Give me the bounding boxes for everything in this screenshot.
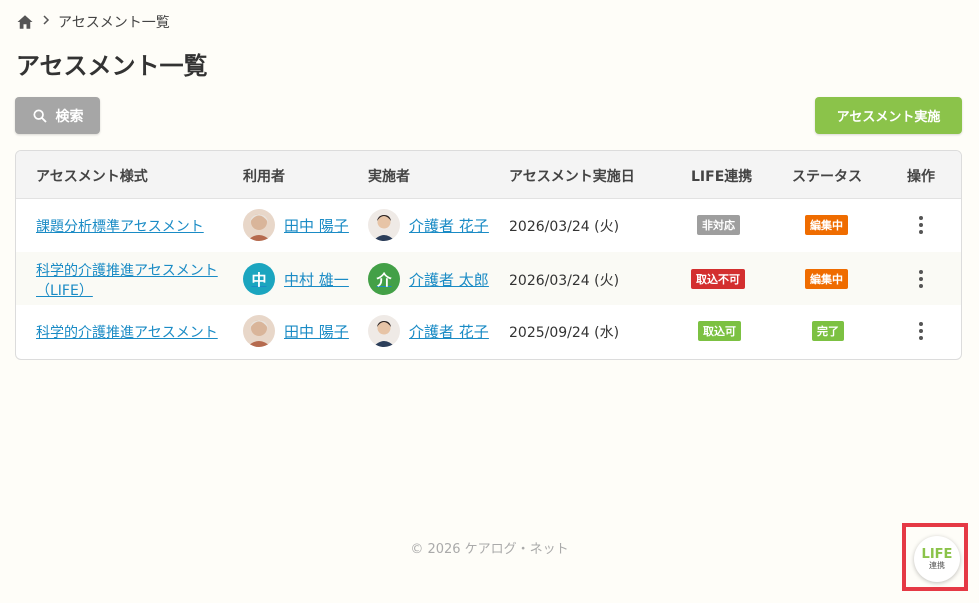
home-icon[interactable] [16, 13, 34, 31]
header-actions: 操作 [907, 169, 935, 185]
header-form: アセスメント様式 [36, 169, 148, 185]
staff-link[interactable]: 介護者 花子 [368, 209, 489, 241]
avatar: 介 [368, 263, 400, 295]
page-title: アセスメント一覧 [16, 52, 208, 80]
status-badge: 編集中 [805, 269, 848, 289]
life-badge: 取込不可 [691, 269, 745, 289]
avatar [368, 209, 400, 241]
table-row: 科学的介護推進アセスメント 田中 陽子 介護者 花子 2025/09/24 (水… [16, 305, 961, 358]
avatar [243, 209, 275, 241]
assessment-date: 2026/03/24 (火) [509, 219, 620, 235]
assessment-table: アセスメント様式 利用者 実施者 アセスメント実施日 LIFE連携 ステータス … [15, 150, 962, 360]
breadcrumb: アセスメント一覧 [16, 12, 170, 32]
header-date: アセスメント実施日 [509, 169, 635, 185]
form-link[interactable]: 課題分析標準アセスメント [36, 216, 204, 236]
search-button[interactable]: 検索 [15, 97, 100, 134]
user-name: 中村 雄一 [284, 270, 349, 289]
life-sync-button[interactable]: LIFE 連携 [914, 536, 960, 582]
execute-assessment-button[interactable]: アセスメント実施 [815, 97, 962, 134]
chevron-right-icon [40, 14, 52, 30]
staff-name: 介護者 花子 [409, 216, 489, 235]
header-life: LIFE連携 [691, 169, 753, 185]
staff-name: 介護者 太郎 [409, 270, 489, 289]
assessment-date: 2025/09/24 (水) [509, 325, 620, 341]
search-button-label: 検索 [55, 108, 84, 125]
life-badge: 取込可 [698, 321, 741, 341]
avatar: 中 [243, 263, 275, 295]
avatar [243, 315, 275, 347]
status-badge: 編集中 [805, 215, 848, 235]
header-status: ステータス [792, 169, 862, 185]
page: アセスメント一覧 アセスメント一覧 検索 アセスメント実施 アセスメント様式 利… [0, 0, 979, 603]
user-name: 田中 陽子 [284, 322, 349, 341]
table-row: 科学的介護推進アセスメント（LIFE） 中 中村 雄一 介 介護者 太郎 202… [16, 252, 961, 305]
form-link[interactable]: 科学的介護推進アセスメント（LIFE） [36, 261, 236, 301]
life-button-label: LIFE [921, 546, 953, 562]
assessment-date: 2026/03/24 (火) [509, 273, 620, 289]
user-link[interactable]: 田中 陽子 [243, 209, 349, 241]
user-link[interactable]: 中 中村 雄一 [243, 263, 349, 295]
more-options-icon[interactable] [911, 215, 931, 235]
table-row: 課題分析標準アセスメント 田中 陽子 介護者 花子 2026/03/24 (火)… [16, 199, 961, 252]
staff-name: 介護者 花子 [409, 322, 489, 341]
life-button-highlight: LIFE 連携 [902, 523, 968, 591]
footer-copyright: © 2026 ケアログ・ネット [410, 542, 569, 557]
form-link[interactable]: 科学的介護推進アセスメント [36, 322, 218, 342]
breadcrumb-current: アセスメント一覧 [58, 15, 170, 31]
user-name: 田中 陽子 [284, 216, 349, 235]
status-badge: 完了 [812, 321, 844, 341]
avatar [368, 315, 400, 347]
more-options-icon[interactable] [911, 269, 931, 289]
more-options-icon[interactable] [911, 321, 931, 341]
life-button-sublabel: 連携 [929, 560, 945, 570]
staff-link[interactable]: 介護者 花子 [368, 315, 489, 347]
staff-link[interactable]: 介 介護者 太郎 [368, 263, 489, 295]
search-icon [32, 108, 48, 124]
header-user: 利用者 [243, 169, 285, 185]
table-header: アセスメント様式 利用者 実施者 アセスメント実施日 LIFE連携 ステータス … [16, 151, 961, 199]
user-link[interactable]: 田中 陽子 [243, 315, 349, 347]
life-badge: 非対応 [697, 215, 740, 235]
header-staff: 実施者 [368, 169, 410, 185]
